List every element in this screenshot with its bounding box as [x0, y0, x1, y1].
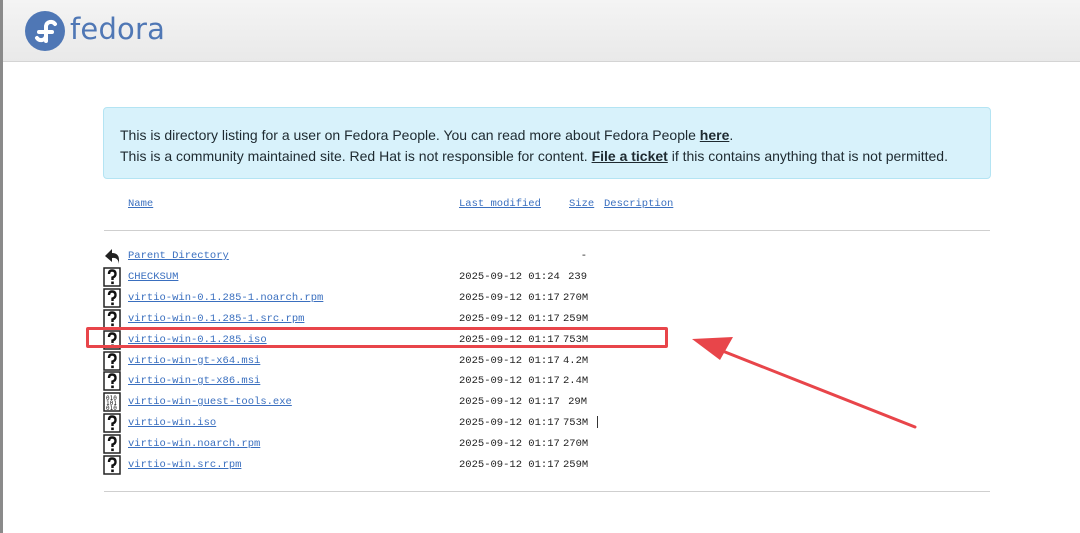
text-cursor	[597, 416, 598, 428]
file-size: 29M	[568, 396, 587, 409]
file-link[interactable]: virtio-win-gt-x86.msi	[128, 375, 260, 387]
file-link[interactable]: virtio-win.iso	[128, 417, 216, 429]
file-link[interactable]: virtio-win-gt-x64.msi	[128, 355, 260, 367]
notice-text-2: This is a community maintained site. Red…	[120, 148, 592, 164]
here-link[interactable]: here	[700, 127, 730, 143]
unknown-file-icon[interactable]	[103, 308, 121, 329]
last-modified: 2025-09-12 01:17	[459, 375, 560, 388]
file-size: 259M	[563, 312, 589, 325]
file-size: 753M	[563, 417, 589, 430]
svg-text:010: 010	[106, 405, 117, 412]
site-header: fedora	[3, 0, 1080, 62]
last-modified: 2025-09-12 01:17	[459, 417, 560, 430]
info-notice: This is directory listing for a user on …	[103, 107, 991, 179]
column-header-description[interactable]: Description	[604, 198, 673, 210]
file-link[interactable]: virtio-win-0.1.285-1.noarch.rpm	[128, 292, 323, 304]
file-size: 270M	[563, 291, 589, 304]
divider-bottom	[104, 491, 990, 492]
fedora-wordmark[interactable]: fedora	[70, 12, 165, 46]
unknown-file-icon[interactable]	[103, 434, 121, 454]
highlight-box	[86, 327, 668, 348]
last-modified: 2025-09-12 01:24	[459, 270, 560, 283]
table-row[interactable]: virtio-win.noarch.rpm 2025-09-12 01:17 270…	[103, 434, 703, 455]
window-edge	[0, 0, 3, 533]
table-row[interactable]: CHECKSUM 2025-09-12 01:24 239	[103, 267, 703, 288]
notice-text-1-end: .	[729, 127, 734, 143]
file-link[interactable]: virtio-win.src.rpm	[128, 459, 241, 471]
file-link[interactable]: Parent Directory	[128, 250, 229, 262]
binary-file-icon[interactable]: 010 101 010	[103, 392, 121, 412]
file-ticket-link[interactable]: File a ticket	[592, 148, 668, 164]
unknown-file-icon[interactable]	[103, 455, 121, 475]
file-size: 4.2M	[563, 354, 589, 367]
table-row[interactable]: virtio-win-gt-x86.msi 2025-09-12 01:17 2.4…	[103, 371, 703, 392]
table-row[interactable]: virtio-win-0.1.285-1.noarch.rpm 2025-09-1…	[103, 288, 703, 309]
unknown-file-icon[interactable]	[103, 413, 121, 433]
table-row[interactable]: virtio-win.src.rpm 2025-09-12 01:17 259M	[103, 455, 703, 476]
table-row[interactable]: virtio-win.iso 2025-09-12 01:17 753M	[103, 413, 703, 434]
column-header-last-modified[interactable]: Last modified	[459, 198, 541, 210]
column-header-size[interactable]: Size	[569, 198, 594, 210]
unknown-file-icon[interactable]	[103, 350, 121, 371]
notice-text-2-end: if this contains anything that is not pe…	[667, 148, 948, 164]
fedora-logo-icon[interactable]	[25, 11, 65, 51]
unknown-file-icon[interactable]	[103, 267, 121, 287]
file-size: 2.4M	[563, 375, 589, 388]
notice-line-2: This is a community maintained site. Red…	[120, 146, 990, 167]
file-size: 259M	[563, 459, 589, 471]
last-modified: 2025-09-12 01:17	[459, 438, 560, 451]
table-row[interactable]: 010 101 010 virtio-win-guest-tools.exe 2025-…	[103, 392, 703, 413]
last-modified: 2025-09-12 01:17	[459, 459, 560, 471]
table-row[interactable]: Parent Directory -	[103, 246, 703, 267]
last-modified: 2025-09-12 01:17	[459, 354, 560, 367]
file-size: -	[580, 250, 587, 262]
file-size: 239	[568, 270, 587, 283]
file-link[interactable]: virtio-win.noarch.rpm	[128, 438, 260, 450]
unknown-file-icon[interactable]	[103, 371, 121, 392]
last-modified: 2025-09-12 01:17	[459, 396, 560, 409]
column-header-name[interactable]: Name	[128, 198, 153, 210]
back-icon[interactable]	[103, 246, 121, 266]
unknown-file-icon[interactable]	[103, 288, 121, 308]
last-modified: 2025-09-12 01:17	[459, 291, 560, 304]
notice-line-1: This is directory listing for a user on …	[120, 125, 990, 146]
divider-top	[104, 230, 990, 231]
file-size: 270M	[563, 438, 589, 451]
table-row[interactable]: virtio-win-gt-x64.msi 2025-09-12 01:17 4.2…	[103, 350, 703, 372]
file-link[interactable]: CHECKSUM	[128, 271, 178, 283]
file-link[interactable]: virtio-win-0.1.285-1.src.rpm	[128, 313, 304, 325]
file-link[interactable]: virtio-win-guest-tools.exe	[128, 396, 292, 408]
last-modified: 2025-09-12 01:17	[459, 312, 560, 325]
notice-text-1: This is directory listing for a user on …	[120, 127, 700, 143]
